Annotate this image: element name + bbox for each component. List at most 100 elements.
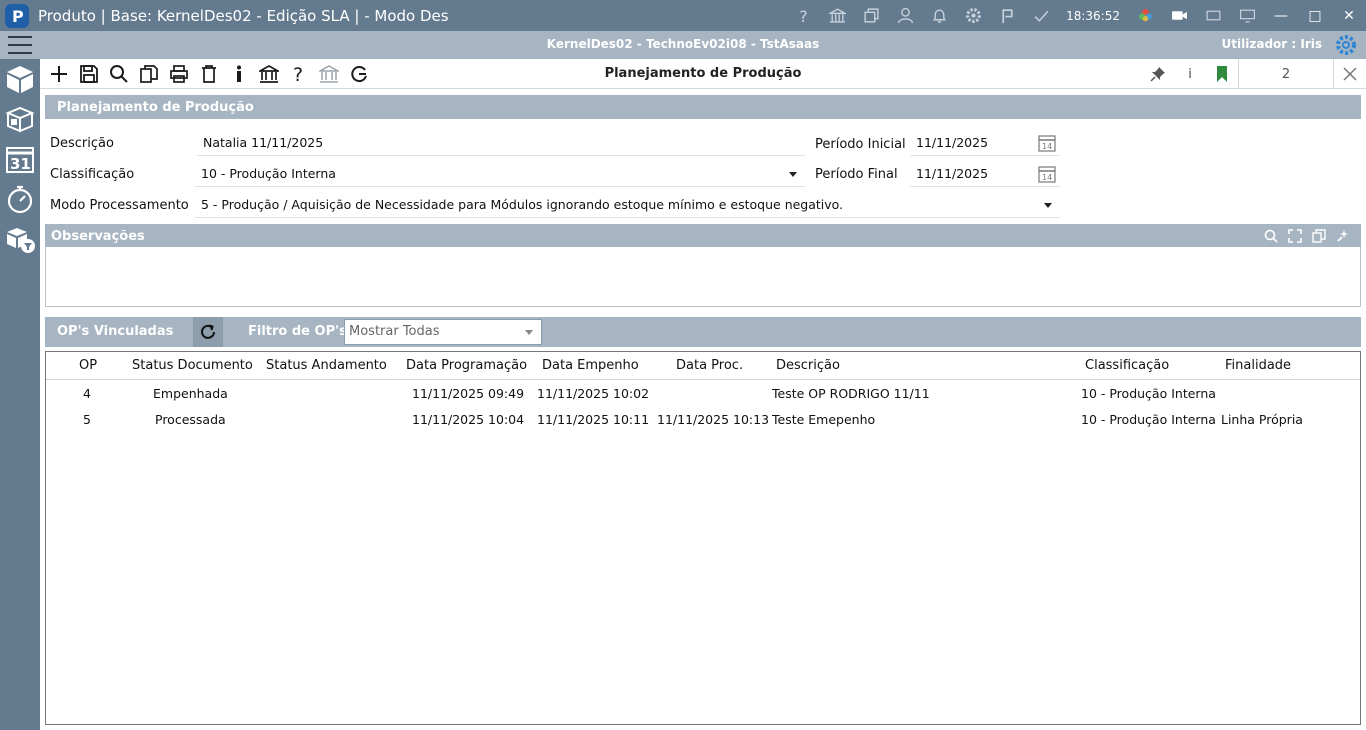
- search-icon[interactable]: [104, 62, 134, 86]
- context-label: KernelDes02 - TechnoEv02i08 - TstAsaas: [546, 37, 820, 51]
- close-window-button[interactable]: ✕: [1332, 0, 1366, 31]
- form-section-header: Planejamento de Produção: [45, 95, 1361, 119]
- col-status-documento[interactable]: Status Documento: [132, 358, 253, 373]
- bell-icon[interactable]: [922, 0, 956, 31]
- copy-icon[interactable]: [134, 62, 164, 86]
- gear-icon[interactable]: [956, 0, 990, 31]
- classificacao-value: 10 - Produção Interna: [201, 166, 336, 181]
- col-descricao[interactable]: Descrição: [776, 358, 840, 373]
- table-header: OP Status Documento Status Andamento Dat…: [46, 352, 1360, 380]
- classificacao-select[interactable]: 10 - Produção Interna: [195, 163, 805, 187]
- cell-status-documento: Empenhada: [153, 386, 228, 401]
- magic-wand-icon[interactable]: [1331, 224, 1355, 248]
- table-row[interactable]: 5 Processada 11/11/2025 10:04 11/11/2025…: [46, 408, 1360, 434]
- ops-table: OP Status Documento Status Andamento Dat…: [45, 351, 1361, 725]
- col-status-andamento[interactable]: Status Andamento: [266, 358, 387, 373]
- settings-gear-icon[interactable]: [1334, 33, 1358, 57]
- print-icon[interactable]: [164, 62, 194, 86]
- ops-title: OP's Vinculadas: [57, 324, 174, 339]
- periodo-final-input[interactable]: 11/11/2025 14: [910, 163, 1060, 187]
- cell-status-documento: Processada: [155, 412, 226, 427]
- calendar-31-icon[interactable]: 31: [0, 139, 40, 179]
- modo-processamento-select[interactable]: 5 - Produção / Aquisição de Necessidade …: [195, 194, 1060, 218]
- descricao-label: Descrição: [50, 136, 114, 151]
- title-bar: P Produto | Base: KernelDes02 - Edição S…: [0, 0, 1366, 31]
- col-op[interactable]: OP: [79, 358, 97, 373]
- windows-icon[interactable]: [854, 0, 888, 31]
- chevron-down-icon[interactable]: [1044, 203, 1052, 208]
- periodo-inicial-input[interactable]: 11/11/2025 14: [910, 132, 1060, 156]
- stopwatch-icon[interactable]: [0, 179, 40, 219]
- cell-data-proc: 11/11/2025 10:13: [657, 412, 770, 427]
- cell-classificacao: 10 - Produção Interna: [1081, 386, 1216, 401]
- refresh-icon[interactable]: [193, 317, 223, 347]
- periodo-final-label: Período Final: [815, 167, 898, 182]
- ops-toolbar: OP's Vinculadas Filtro de OP's Mostrar T…: [45, 317, 1361, 347]
- periodo-inicial-value: 11/11/2025: [916, 135, 989, 150]
- col-finalidade[interactable]: Finalidade: [1225, 358, 1291, 373]
- info-icon[interactable]: [224, 62, 254, 86]
- calendar-icon[interactable]: 14: [1038, 165, 1056, 183]
- chevron-down-icon[interactable]: [525, 330, 533, 335]
- filtered-boxes-icon[interactable]: [0, 219, 40, 259]
- svg-text:?: ?: [799, 7, 807, 24]
- pin-icon[interactable]: [1142, 59, 1174, 89]
- calendar-icon[interactable]: 14: [1038, 134, 1056, 152]
- help-icon[interactable]: ?: [786, 0, 820, 31]
- bank-icon[interactable]: [820, 0, 854, 31]
- cell-op: 4: [83, 386, 91, 401]
- section-title: Planejamento de Produção: [57, 99, 254, 115]
- save-icon[interactable]: [74, 62, 104, 86]
- institution-icon[interactable]: [254, 62, 284, 86]
- maximize-button[interactable]: □: [1298, 0, 1332, 31]
- refresh-arrow-icon[interactable]: [344, 62, 374, 86]
- observacoes-textarea[interactable]: [45, 247, 1361, 307]
- descricao-input[interactable]: Natalia 11/11/2025: [197, 132, 805, 156]
- svg-text:?: ?: [293, 64, 303, 84]
- svg-text:14: 14: [1042, 173, 1052, 182]
- search-icon[interactable]: [1259, 224, 1283, 248]
- periodo-final-value: 11/11/2025: [916, 166, 989, 181]
- svg-text:P: P: [12, 7, 24, 26]
- ops-filter-label: Filtro de OP's: [248, 324, 347, 339]
- ops-filter-value: Mostrar Todas: [349, 324, 440, 339]
- check-icon[interactable]: [1024, 0, 1058, 31]
- add-icon[interactable]: [44, 62, 74, 86]
- table-row[interactable]: 4 Empenhada 11/11/2025 09:49 11/11/2025 …: [46, 382, 1360, 408]
- chevron-down-icon[interactable]: [789, 172, 797, 177]
- info-text-button[interactable]: i: [1174, 59, 1206, 89]
- delete-icon[interactable]: [194, 62, 224, 86]
- col-data-empenho[interactable]: Data Empenho: [542, 358, 639, 373]
- bank-disabled-icon[interactable]: [314, 62, 344, 86]
- ops-filter-select[interactable]: Mostrar Todas: [344, 319, 542, 345]
- user-icon[interactable]: [888, 0, 922, 31]
- video-icon[interactable]: [1162, 0, 1196, 31]
- svg-text:14: 14: [1042, 142, 1052, 151]
- cell-data-programacao: 11/11/2025 09:49: [412, 386, 525, 401]
- color-wheel-icon[interactable]: [1128, 0, 1162, 31]
- expand-icon[interactable]: [1283, 224, 1307, 248]
- minimize-button[interactable]: —: [1264, 0, 1298, 31]
- col-data-proc[interactable]: Data Proc.: [676, 358, 743, 373]
- copy-icon[interactable]: [1307, 224, 1331, 248]
- window-title: Produto | Base: KernelDes02 - Edição SLA…: [38, 6, 449, 25]
- cell-classificacao: 10 - Produção Interna: [1081, 412, 1216, 427]
- cell-op: 5: [83, 412, 91, 427]
- components-box-icon[interactable]: [0, 99, 40, 139]
- chat-icon[interactable]: [990, 0, 1024, 31]
- help-question-icon[interactable]: ?: [284, 62, 314, 86]
- form-toolbar: ? Planejamento de Produção i 2: [40, 59, 1366, 89]
- app-logo-icon: P: [2, 1, 32, 31]
- col-data-programacao[interactable]: Data Programação: [406, 358, 527, 373]
- bookmark-icon[interactable]: [1206, 59, 1238, 89]
- close-form-icon[interactable]: [1334, 59, 1366, 89]
- form-content: Planejamento de Produção Descrição Natal…: [40, 89, 1366, 730]
- col-classificacao[interactable]: Classificação: [1085, 358, 1169, 373]
- tablet-icon[interactable]: [1196, 0, 1230, 31]
- cell-descricao: Teste Emepenho: [772, 412, 876, 427]
- cell-data-empenho: 11/11/2025 10:02: [537, 386, 650, 401]
- product-box-icon[interactable]: [0, 59, 40, 99]
- observacoes-header: Observações: [45, 224, 1361, 248]
- monitor-icon[interactable]: [1230, 0, 1264, 31]
- clock: 18:36:52: [1066, 8, 1120, 23]
